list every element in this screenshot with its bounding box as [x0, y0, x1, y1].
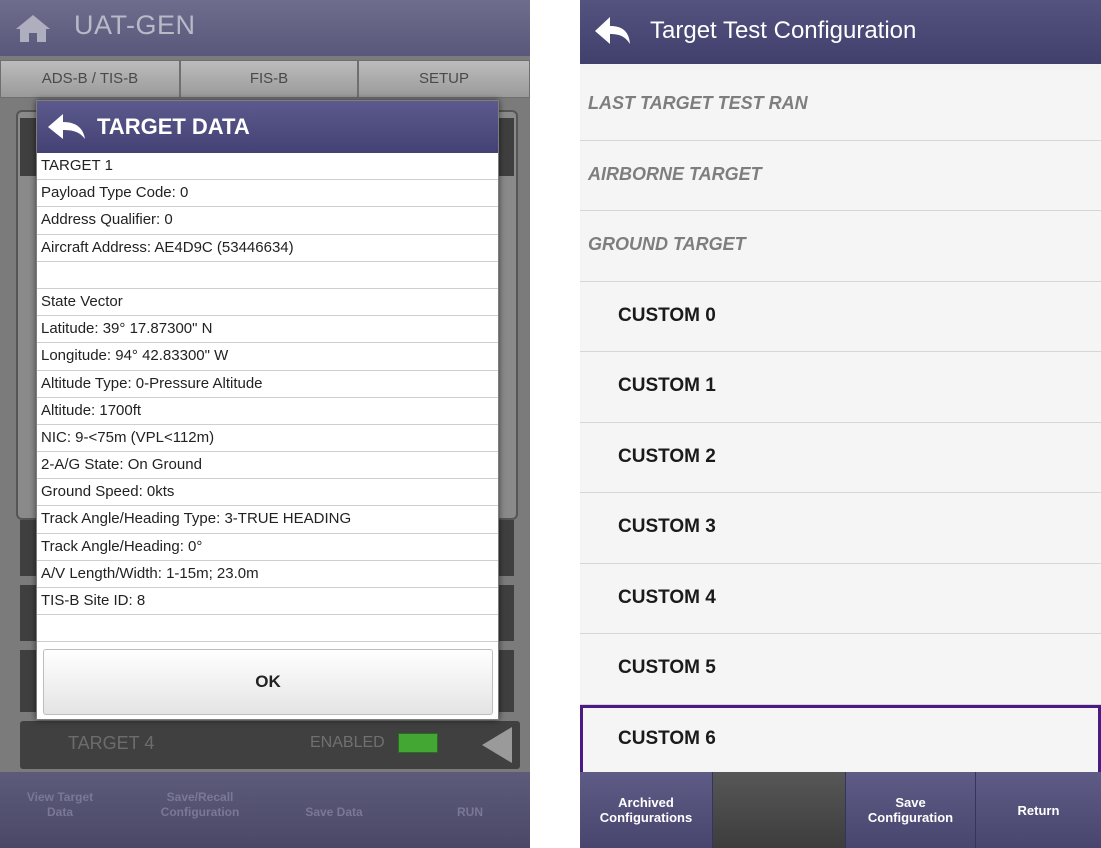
dialog-header: TARGET DATA: [37, 101, 498, 153]
target-data-row: Payload Type Code: 0: [37, 180, 498, 208]
config-item-custom-3[interactable]: CUSTOM 3: [580, 493, 1101, 564]
target-data-row: Aircraft Address: AE4D9C (53446634): [37, 235, 498, 262]
save-data-button[interactable]: Save Data: [284, 805, 384, 820]
left-title-bar: UAT-GEN: [0, 0, 530, 56]
left-triangle-icon[interactable]: [478, 725, 514, 765]
target-data-row: [37, 262, 498, 289]
config-item-label: CUSTOM 1: [618, 375, 716, 396]
empty-button-slot: [713, 772, 846, 848]
config-item-label: CUSTOM 2: [618, 445, 716, 467]
configuration-list: LAST TARGET TEST RAN AIRBORNE TARGET GRO…: [580, 70, 1101, 775]
target-row[interactable]: TARGET 4 ENABLED: [20, 721, 520, 769]
config-item-label: GROUND TARGET: [588, 234, 746, 254]
button-label: Save Configuration: [867, 795, 954, 825]
target-data-row: NIC: 9-<75m (VPL<112m): [37, 425, 498, 453]
config-item-custom-2[interactable]: CUSTOM 2: [580, 422, 1101, 493]
target-data-list: TARGET 1 Payload Type Code: 0 Address Qu…: [37, 153, 498, 643]
target-data-row: Address Qualifier: 0: [37, 207, 498, 235]
config-item-label: CUSTOM 4: [618, 586, 716, 608]
tab-ads-b-tis-b[interactable]: ADS-B / TIS-B: [0, 60, 180, 98]
target-data-dialog: TARGET DATA TARGET 1 Payload Type Code: …: [36, 100, 499, 720]
config-item-ground-target[interactable]: GROUND TARGET: [580, 211, 1101, 282]
button-label: RUN: [457, 805, 483, 819]
target-data-row: TARGET 1: [37, 153, 498, 181]
left-bottom-bar: View Target Data Save/Recall Configurati…: [0, 772, 530, 848]
right-bottom-bar: Archived Configurations Save Configurati…: [580, 772, 1101, 848]
config-item-custom-1[interactable]: CUSTOM 1: [580, 352, 1101, 423]
config-item-label: CUSTOM 0: [618, 304, 716, 326]
target-data-row: Ground Speed: 0kts: [37, 479, 498, 507]
save-recall-configuration-button[interactable]: Save/Recall Configuration: [140, 790, 260, 820]
run-button[interactable]: RUN: [420, 805, 520, 820]
config-item-airborne-target[interactable]: AIRBORNE TARGET: [580, 140, 1101, 211]
target-data-row: A/V Length/Width: 1-15m; 23.0m: [37, 561, 498, 588]
left-screen: UAT-GEN ADS-B / TIS-B FIS-B SETUP TARGET…: [0, 0, 530, 848]
target-data-row: Altitude: 1700ft: [37, 398, 498, 425]
target-data-row: Longitude: 94° 42.83300" W: [37, 343, 498, 371]
config-item-custom-4[interactable]: CUSTOM 4: [580, 563, 1101, 634]
view-target-data-button[interactable]: View Target Data: [10, 790, 110, 820]
home-icon[interactable]: [14, 12, 52, 44]
config-item-custom-5[interactable]: CUSTOM 5: [580, 634, 1101, 705]
tab-fis-b[interactable]: FIS-B: [180, 60, 358, 98]
target-data-row: 2-A/G State: On Ground: [37, 452, 498, 480]
config-item-last-target-test-ran[interactable]: LAST TARGET TEST RAN: [580, 70, 1101, 141]
config-item-label: AIRBORNE TARGET: [588, 163, 762, 184]
button-label: Return: [1017, 802, 1060, 818]
archived-configurations-button[interactable]: Archived Configurations: [580, 772, 713, 848]
button-label: Save Data: [305, 805, 363, 819]
dialog-title: TARGET DATA: [97, 114, 250, 139]
return-button[interactable]: Return: [976, 772, 1101, 848]
right-screen: Target Test Configuration LAST TARGET TE…: [580, 0, 1101, 848]
save-configuration-button[interactable]: Save Configuration: [846, 772, 976, 848]
target-data-row: Track Angle/Heading: 0°: [37, 534, 498, 561]
tab-setup[interactable]: SETUP: [358, 60, 530, 98]
right-title-bar: Target Test Configuration: [580, 0, 1101, 64]
target-data-row: Altitude Type: 0-Pressure Altitude: [37, 371, 498, 398]
target-data-row: State Vector: [37, 289, 498, 317]
button-label: Archived Configurations: [599, 795, 693, 825]
button-label: Save/Recall Configuration: [160, 790, 240, 819]
config-item-custom-6[interactable]: CUSTOM 6: [580, 704, 1101, 775]
target-status: ENABLED: [310, 734, 385, 751]
enabled-indicator[interactable]: [398, 733, 438, 753]
target-data-row: Latitude: 39° 17.87300" N: [37, 316, 498, 344]
target-label: TARGET 4: [68, 733, 155, 753]
config-item-label: CUSTOM 6: [618, 727, 716, 749]
target-data-row: Track Angle/Heading Type: 3-TRUE HEADING: [37, 506, 498, 534]
page-title: Target Test Configuration: [650, 17, 917, 44]
back-arrow-icon[interactable]: [45, 111, 87, 143]
ok-button[interactable]: OK: [43, 649, 493, 715]
app-title: UAT-GEN: [74, 10, 196, 40]
config-item-label: CUSTOM 5: [618, 657, 716, 678]
button-label: View Target Data: [26, 790, 94, 819]
config-item-label: CUSTOM 3: [618, 516, 716, 537]
target-data-row: TIS-B Site ID: 8: [37, 588, 498, 616]
target-data-row: [37, 615, 498, 643]
left-tab-bar: ADS-B / TIS-B FIS-B SETUP: [0, 60, 530, 98]
back-arrow-icon[interactable]: [592, 14, 632, 48]
config-item-label: LAST TARGET TEST RAN: [588, 93, 808, 113]
config-item-custom-0[interactable]: CUSTOM 0: [580, 281, 1101, 352]
